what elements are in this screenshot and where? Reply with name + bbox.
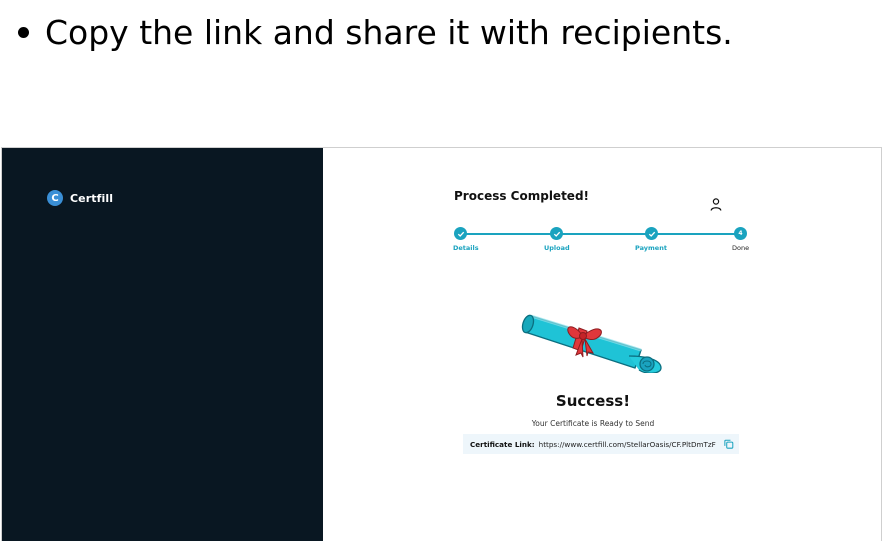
success-subtitle: Your Certificate is Ready to Send <box>531 419 655 428</box>
step-label-upload: Upload <box>544 244 570 252</box>
link-label: Certificate Link: <box>470 439 535 449</box>
brand-logo[interactable]: C Certfill <box>47 190 113 206</box>
instruction-caption: Copy the link and share it with recipien… <box>14 4 733 60</box>
bullet-icon <box>18 26 29 38</box>
success-title: Success! <box>555 392 631 410</box>
main-content: Process Completed! 4 Details Upload Paym… <box>323 148 881 541</box>
step-label-payment: Payment <box>635 244 667 252</box>
caption-text: Copy the link and share it with recipien… <box>45 12 733 52</box>
certificate-link-url[interactable]: https://www.certfill.com/StellarOasis/CF… <box>539 440 716 449</box>
brand-name: Certfill <box>70 191 114 205</box>
copy-icon[interactable] <box>723 438 734 450</box>
step-label-details: Details <box>453 244 479 252</box>
user-icon[interactable] <box>709 197 723 213</box>
step-1-complete-icon <box>454 227 467 240</box>
app-window: C Certfill Process Completed! 4 Details … <box>1 147 882 541</box>
step-number: 4 <box>738 230 743 237</box>
sidebar: C Certfill <box>2 148 323 541</box>
certificate-link-box: Certificate Link: https://www.certfill.c… <box>463 434 739 454</box>
page-title: Process Completed! <box>454 189 590 203</box>
logo-icon: C <box>47 190 63 206</box>
step-connector <box>657 233 741 235</box>
step-connector <box>466 233 551 235</box>
step-4-current: 4 <box>734 227 747 240</box>
step-3-complete-icon <box>645 227 658 240</box>
step-connector <box>562 233 648 235</box>
certificate-scroll-illustration <box>521 314 662 373</box>
step-label-done: Done <box>732 244 750 252</box>
progress-stepper: 4 Details Upload Payment Done <box>453 227 754 267</box>
step-2-complete-icon <box>550 227 563 240</box>
